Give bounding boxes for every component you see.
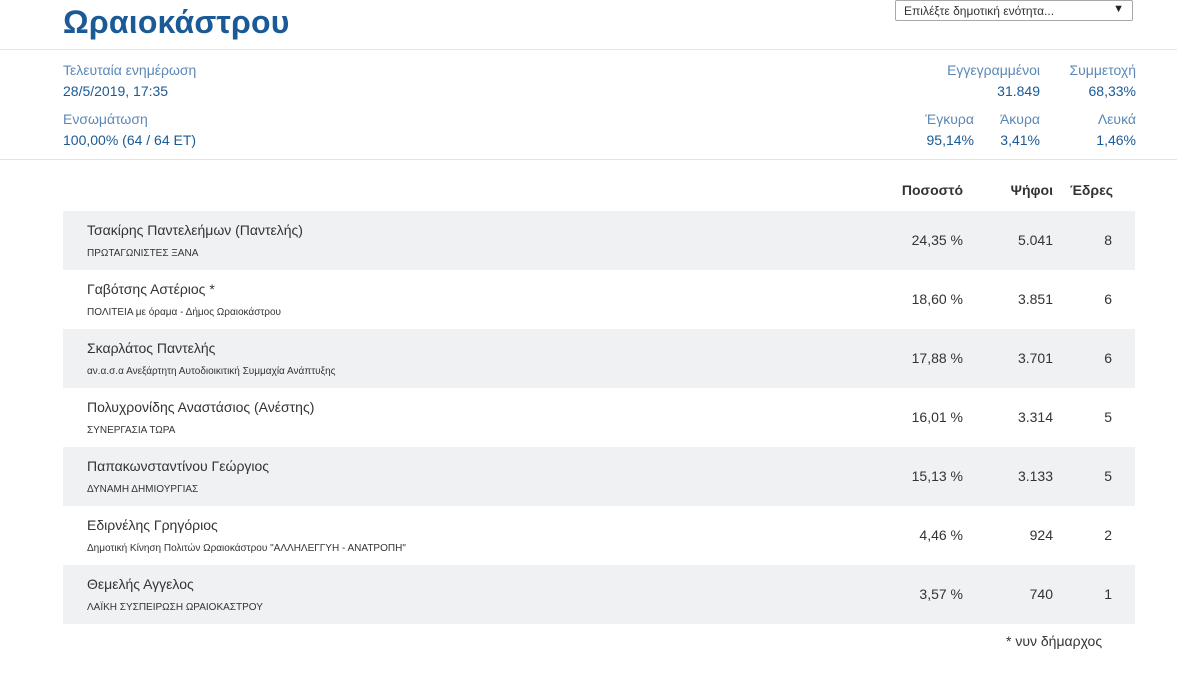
candidate-name: Γαβότσης Αστέριος * xyxy=(87,281,215,297)
page-header: Ωραιοκάστρου Επιλέξτε δημοτική ενότητα..… xyxy=(0,0,1177,50)
percent-cell: 16,01 % xyxy=(911,409,963,425)
percent-cell: 24,35 % xyxy=(911,232,963,248)
turnout-label: Συμμετοχή xyxy=(1069,62,1136,78)
registered-label: Εγγεγραμμένοι xyxy=(947,62,1040,78)
party-name: ΠΡΩΤΑΓΩΝΙΣΤΕΣ ΞΑΝΑ xyxy=(87,248,199,259)
votes-cell: 3.851 xyxy=(1017,291,1053,307)
table-row: Τσακίρης Παντελεήμων (Παντελής) ΠΡΩΤΑΓΩΝ… xyxy=(63,211,1135,270)
triangle-down-icon: ▼ xyxy=(1113,3,1124,15)
votes-cell: 3.133 xyxy=(1017,468,1053,484)
table-row: Παπακωνσταντίνου Γεώργιος ΔΥΝΑΜΗ ΔΗΜΙΟΥΡ… xyxy=(63,447,1135,506)
seats-cell: 5 xyxy=(1104,468,1112,484)
table-body: Τσακίρης Παντελεήμων (Παντελής) ΠΡΩΤΑΓΩΝ… xyxy=(63,211,1135,624)
party-name: ΛΑΪΚΗ ΣΥΣΠΕΙΡΩΣΗ ΩΡΑΙΟΚΑΣΤΡΟΥ xyxy=(87,602,263,613)
blank-label: Λευκά xyxy=(1097,111,1136,127)
table-row: Πολυχρονίδης Αναστάσιος (Ανέστης) ΣΥΝΕΡΓ… xyxy=(63,388,1135,447)
invalid-label: Άκυρα xyxy=(999,111,1040,127)
seats-cell: 8 xyxy=(1104,232,1112,248)
candidate-name: Τσακίρης Παντελεήμων (Παντελής) xyxy=(87,222,303,238)
column-header-percent: Ποσοστό xyxy=(901,182,963,198)
votes-cell: 3.701 xyxy=(1017,350,1053,366)
seats-cell: 2 xyxy=(1104,527,1112,543)
party-name: Δημοτική Κίνηση Πολιτών Ωραιοκάστρου "ΑΛ… xyxy=(87,543,406,554)
blank-value: 1,46% xyxy=(1096,132,1136,148)
percent-cell: 3,57 % xyxy=(919,586,963,602)
registered-value: 31.849 xyxy=(997,83,1040,99)
table-row: Θεμελής Αγγελος ΛΑΪΚΗ ΣΥΣΠΕΙΡΩΣΗ ΩΡΑΙΟΚΑ… xyxy=(63,565,1135,624)
column-header-seats: Έδρες xyxy=(1069,182,1113,198)
party-name: αν.α.σ.α Ανεξάρτητη Αυτοδιοικιτική Συμμα… xyxy=(87,366,336,377)
candidate-name: Παπακωνσταντίνου Γεώργιος xyxy=(87,458,270,474)
votes-cell: 5.041 xyxy=(1017,232,1053,248)
last-update-label: Τελευταία ενημέρωση xyxy=(63,62,197,78)
seats-cell: 6 xyxy=(1104,350,1112,366)
votes-cell: 924 xyxy=(1029,527,1053,543)
party-name: ΣΥΝΕΡΓΑΣΙΑ ΤΩΡΑ xyxy=(87,425,176,436)
invalid-value: 3,41% xyxy=(1000,132,1040,148)
table-header: Ποσοστό Ψήφοι Έδρες xyxy=(0,182,1177,202)
integration-value: 100,00% (64 / 64 ΕΤ) xyxy=(63,132,197,148)
turnout-value: 68,33% xyxy=(1088,83,1136,99)
table-row: Εδιρνέλης Γρηγόριος Δημοτική Κίνηση Πολι… xyxy=(63,506,1135,565)
incumbent-mayor-footnote: * νυν δήμαρχος xyxy=(1006,633,1103,649)
percent-cell: 15,13 % xyxy=(911,468,963,484)
table-row: Σκαρλάτος Παντελής αν.α.σ.α Ανεξάρτητη Α… xyxy=(63,329,1135,388)
municipal-unit-select-placeholder: Επιλέξτε δημοτική ενότητα... xyxy=(904,4,1055,18)
seats-cell: 5 xyxy=(1104,409,1112,425)
candidate-name: Θεμελής Αγγελος xyxy=(87,576,194,592)
percent-cell: 17,88 % xyxy=(911,350,963,366)
municipal-unit-select[interactable]: Επιλέξτε δημοτική ενότητα... ▼ xyxy=(895,0,1133,21)
candidate-name: Σκαρλάτος Παντελής xyxy=(87,340,216,356)
party-name: ΔΥΝΑΜΗ ΔΗΜΙΟΥΡΓΙΑΣ xyxy=(87,484,199,495)
integration-label: Ενσωμάτωση xyxy=(63,111,148,127)
valid-value: 95,14% xyxy=(926,132,974,148)
candidate-name: Πολυχρονίδης Αναστάσιος (Ανέστης) xyxy=(87,399,315,415)
candidate-name: Εδιρνέλης Γρηγόριος xyxy=(87,517,218,533)
results-summary: Τελευταία ενημέρωση 28/5/2019, 17:35 Ενσ… xyxy=(0,50,1177,160)
table-row: Γαβότσης Αστέριος * ΠΟΛΙΤΕΙΑ με όραμα - … xyxy=(63,270,1135,329)
percent-cell: 18,60 % xyxy=(911,291,963,307)
percent-cell: 4,46 % xyxy=(919,527,963,543)
seats-cell: 6 xyxy=(1104,291,1112,307)
votes-cell: 3.314 xyxy=(1017,409,1053,425)
seats-cell: 1 xyxy=(1104,586,1112,602)
column-header-votes: Ψήφοι xyxy=(1010,182,1053,198)
page-title: Ωραιοκάστρου xyxy=(63,4,290,40)
last-update-value: 28/5/2019, 17:35 xyxy=(63,83,169,99)
party-name: ΠΟΛΙΤΕΙΑ με όραμα - Δήμος Ωραιοκάστρου xyxy=(87,307,282,318)
votes-cell: 740 xyxy=(1029,586,1053,602)
valid-label: Έγκυρα xyxy=(925,111,974,127)
